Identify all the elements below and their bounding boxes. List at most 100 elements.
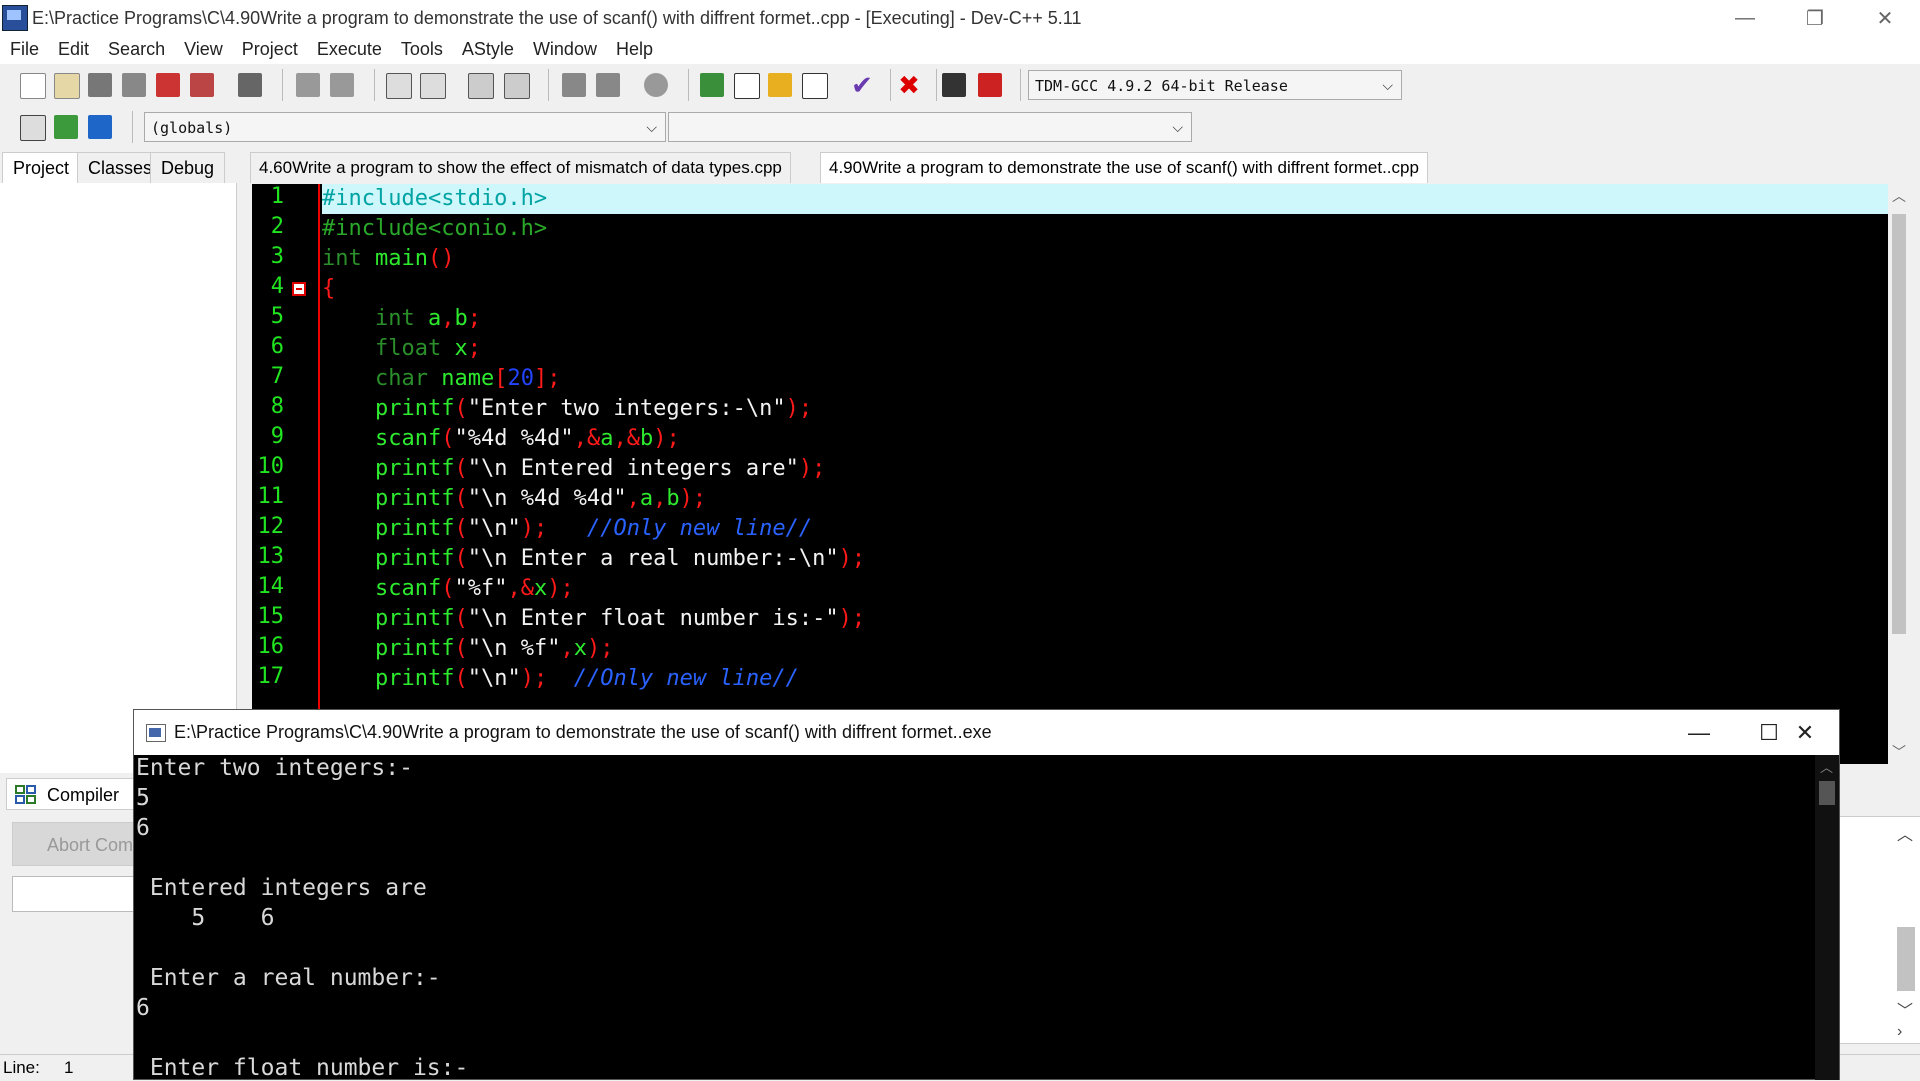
menu-view[interactable]: View (174, 36, 232, 60)
window-title: E:\Practice Programs\C\4.90Write a progr… (32, 8, 1082, 28)
undo-icon[interactable] (296, 73, 320, 97)
console-window[interactable]: E:\Practice Programs\C\4.90Write a progr… (133, 709, 1840, 1080)
code-line[interactable]: #include<conio.h> (322, 214, 547, 244)
code-line[interactable]: scanf("%4d %4d",&a,&b); (322, 424, 680, 454)
line-number: 17 (257, 664, 285, 689)
save-icon[interactable] (88, 73, 112, 97)
line-number: 11 (257, 484, 285, 509)
menu-file[interactable]: File (0, 36, 48, 60)
scroll-thumb[interactable] (1897, 927, 1915, 991)
menu-bar: File Edit Search View Project Execute Tools ASt… (0, 36, 1920, 64)
scroll-up-icon[interactable]: ︿ (1820, 757, 1833, 776)
compile-icon[interactable] (700, 73, 724, 97)
main-toolbar: ✔ ✖ TDM-GCC 4.9.2 64-bit Release ⌵ (0, 64, 1920, 107)
find-icon[interactable] (386, 73, 412, 99)
restore-button[interactable]: ❐ (1780, 0, 1850, 36)
toggle-bookmark-icon[interactable] (562, 73, 586, 97)
code-line[interactable]: printf("\n"); //Only new line// (322, 514, 812, 544)
console-close-button[interactable]: ✕ (1770, 710, 1840, 755)
code-line[interactable]: printf("\n Entered integers are"); (322, 454, 825, 484)
rebuild-all-icon[interactable] (802, 73, 828, 99)
function-select[interactable]: ⌵ (668, 112, 1192, 142)
line-number: 14 (257, 574, 285, 599)
goto-icon[interactable] (54, 115, 78, 139)
close-button[interactable]: ✕ (1850, 0, 1920, 36)
close-file-icon[interactable] (156, 73, 180, 97)
compiler-select[interactable]: TDM-GCC 4.9.2 64-bit Release ⌵ (1028, 70, 1402, 100)
menu-help[interactable]: Help (606, 36, 662, 60)
code-line[interactable]: char name[20]; (322, 364, 560, 394)
console-minimize-button[interactable]: — (1664, 710, 1734, 755)
chevron-down-icon: ⌵ (1172, 120, 1183, 136)
status-line-value: 1 (64, 1058, 74, 1077)
chevron-down-icon: ⌵ (1382, 78, 1393, 94)
tab-project[interactable]: Project (2, 152, 81, 183)
code-line[interactable]: int a,b; (322, 304, 481, 334)
scope-select[interactable]: (globals) ⌵ (144, 112, 666, 142)
code-line[interactable]: printf("Enter two integers:-\n"); (322, 394, 812, 424)
redo-icon[interactable] (330, 73, 354, 97)
console-line: 5 6 (136, 905, 275, 931)
scroll-down-icon[interactable]: ﹀ (1892, 742, 1906, 762)
console-line: 5 (136, 785, 150, 811)
close-all-icon[interactable] (190, 73, 214, 97)
code-line[interactable]: printf("\n %f",x); (322, 634, 613, 664)
goto-bookmark-icon[interactable] (596, 73, 620, 97)
minimize-button[interactable]: — (1710, 0, 1780, 36)
indent-icon[interactable] (468, 73, 494, 99)
scroll-right-icon[interactable]: › (1897, 1023, 1915, 1041)
new-file-icon[interactable] (20, 73, 46, 99)
print-icon[interactable] (238, 73, 262, 97)
syntax-check-icon[interactable]: ✔ (850, 72, 874, 98)
menu-window[interactable]: Window (523, 36, 606, 60)
compile-progress-box (12, 876, 144, 912)
profile-icon[interactable] (942, 73, 966, 97)
replace-icon[interactable] (420, 73, 446, 99)
code-line[interactable]: printf("\n Enter a real number:-\n"); (322, 544, 865, 574)
bookmark-icon[interactable] (88, 115, 112, 139)
menu-astyle[interactable]: AStyle (452, 36, 523, 60)
console-output[interactable]: Enter two integers:- 5 6 Entered integer… (134, 755, 1814, 1080)
unindent-icon[interactable] (504, 73, 530, 99)
menu-project[interactable]: Project (232, 36, 307, 60)
code-line[interactable]: printf("\n"); //Only new line// (322, 664, 799, 694)
tab-debug[interactable]: Debug (150, 152, 226, 183)
scroll-thumb[interactable] (1819, 781, 1835, 805)
save-all-icon[interactable] (122, 73, 146, 97)
comment-icon[interactable] (644, 73, 668, 97)
compile-run-icon[interactable] (768, 73, 792, 97)
scroll-thumb[interactable] (1892, 214, 1906, 634)
menu-execute[interactable]: Execute (307, 36, 391, 60)
menu-search[interactable]: Search (98, 36, 174, 60)
tab-file-4-90[interactable]: 4.90Write a program to demonstrate the u… (820, 152, 1428, 183)
code-editor[interactable]: 1 2 3 4 5 6 7 8 9 10 11 12 13 14 15 16 1… (252, 184, 1888, 764)
line-number: 7 (270, 364, 284, 389)
console-line: Entered integers are (136, 875, 427, 901)
scroll-down-icon[interactable]: ﹀ (1897, 997, 1915, 1021)
run-icon[interactable] (734, 73, 760, 99)
code-line[interactable]: int main() (322, 244, 454, 274)
abort-compilation-button[interactable]: Abort Compilation (12, 822, 142, 866)
compiler-output-list: ︿ ﹀ › (1832, 816, 1920, 1044)
console-line: Enter two integers:- (136, 755, 413, 781)
code-line[interactable]: scanf("%f",&x); (322, 574, 574, 604)
fold-collapse-icon[interactable] (292, 282, 306, 296)
editor-scrollbar[interactable]: ︿ ﹀ (1888, 184, 1910, 764)
scroll-up-icon[interactable]: ︿ (1897, 821, 1915, 845)
scroll-up-icon[interactable]: ︿ (1892, 186, 1906, 206)
console-scrollbar[interactable]: ︿ (1815, 755, 1839, 1080)
delete-profile-icon[interactable] (978, 73, 1002, 97)
code-line[interactable]: printf("\n %4d %4d",a,b); (322, 484, 706, 514)
open-file-icon[interactable] (54, 73, 80, 99)
tab-file-4-60[interactable]: 4.60Write a program to show the effect o… (250, 152, 791, 183)
menu-tools[interactable]: Tools (391, 36, 452, 60)
code-line[interactable]: printf("\n Enter float number is:-"); (322, 604, 865, 634)
insert-icon[interactable] (20, 115, 46, 141)
tab-compiler[interactable]: Compiler (6, 778, 136, 810)
stop-execution-icon[interactable]: ✖ (897, 72, 921, 98)
code-line[interactable]: #include<stdio.h> (322, 184, 1888, 214)
code-line[interactable]: float x; (322, 334, 481, 364)
code-line[interactable]: { (322, 274, 335, 304)
menu-edit[interactable]: Edit (48, 36, 98, 60)
line-number: 13 (257, 544, 285, 569)
